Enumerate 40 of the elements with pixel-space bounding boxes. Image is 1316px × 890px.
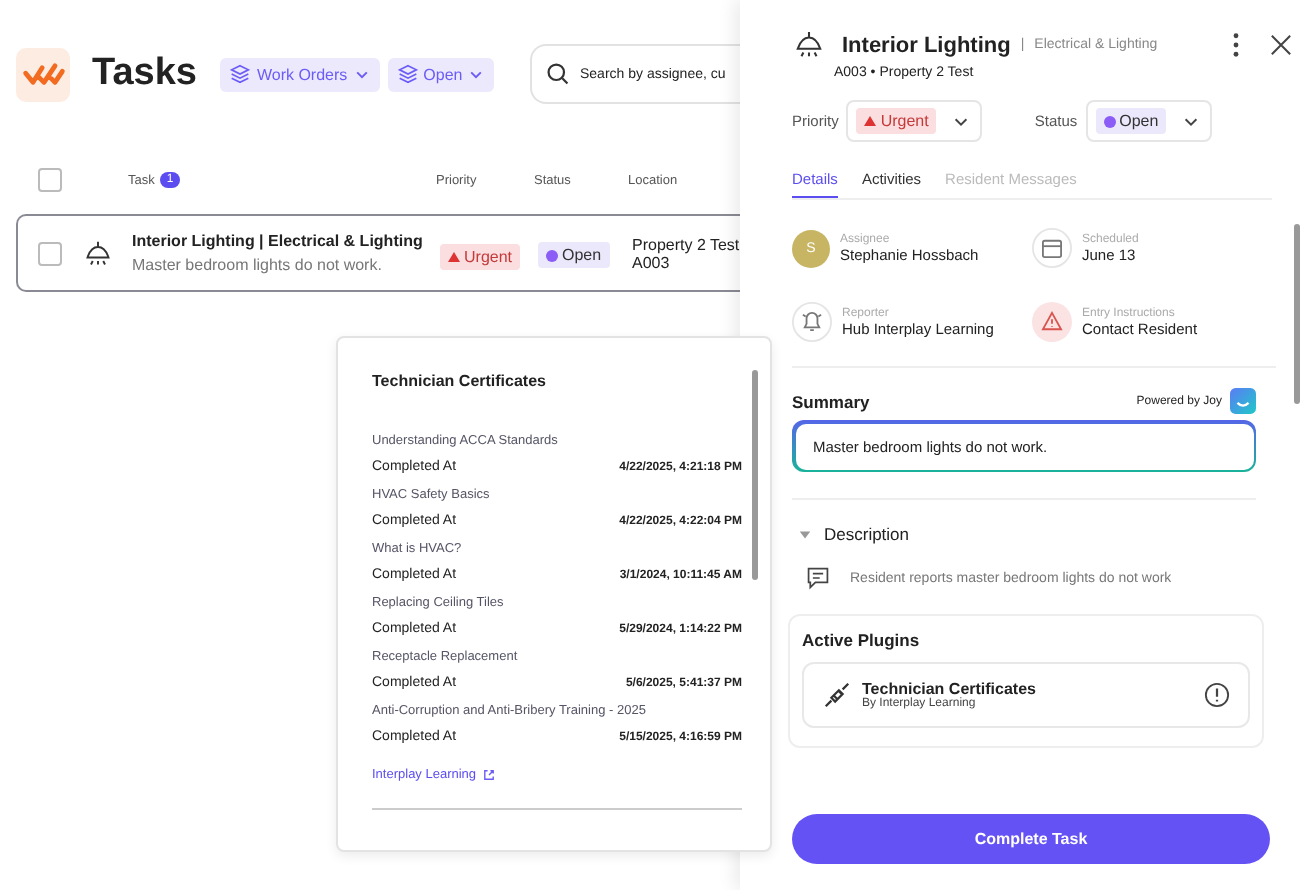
plugin-name: Technician Certificates (862, 680, 1038, 698)
row-checkbox[interactable] (38, 241, 62, 265)
status-dropdown[interactable]: Open (1085, 100, 1213, 142)
priority-badge: Urgent (440, 243, 521, 269)
task-row[interactable]: Interior Lighting | Electrical & Lighting Master bedroom lights do not work. Urgent Open Property 2 Test A003 (16, 214, 740, 292)
task-title: Interior Lighting | Electrical & Lighting (132, 232, 425, 250)
chevron-down-icon (468, 66, 485, 82)
calendar-icon (1032, 228, 1072, 268)
layers-icon (397, 64, 418, 84)
layers-icon (230, 64, 251, 84)
caret-icon (798, 527, 812, 541)
external-link-icon (482, 768, 497, 782)
panel-title: Interior Lighting (842, 33, 1011, 57)
bell-icon (792, 302, 832, 342)
popup-title: Technician Certificates (372, 372, 548, 390)
location-text: A003 (632, 253, 670, 271)
app-logo (16, 47, 70, 101)
chevron-down-icon (353, 66, 370, 82)
lamp-icon (84, 239, 112, 267)
section-title: Active Plugins (802, 630, 922, 650)
select-all-checkbox[interactable] (38, 168, 62, 192)
page-title: Tasks (92, 52, 197, 96)
smile-logo-icon (1230, 388, 1256, 414)
comment-icon (806, 566, 830, 590)
filter-dropdown[interactable]: Work Orders (220, 57, 380, 91)
warning-icon (1032, 302, 1072, 342)
priority-dropdown[interactable]: Urgent (846, 100, 983, 142)
complete-task-button[interactable]: Complete Task (792, 814, 1270, 864)
location-text: Property 2 Test (632, 235, 740, 253)
description-toggle[interactable]: Description (798, 524, 1316, 544)
info-icon[interactable] (1204, 682, 1230, 708)
close-icon[interactable] (1270, 34, 1292, 56)
search-icon (546, 62, 570, 86)
section-title: Summary (792, 391, 870, 411)
filter-dropdown[interactable]: Open (387, 57, 495, 91)
task-description: Master bedroom lights do not work. (132, 256, 384, 274)
more-icon[interactable] (1232, 32, 1240, 58)
plug-icon (822, 680, 852, 710)
status-badge: Open (538, 242, 610, 268)
lamp-icon (794, 30, 824, 60)
